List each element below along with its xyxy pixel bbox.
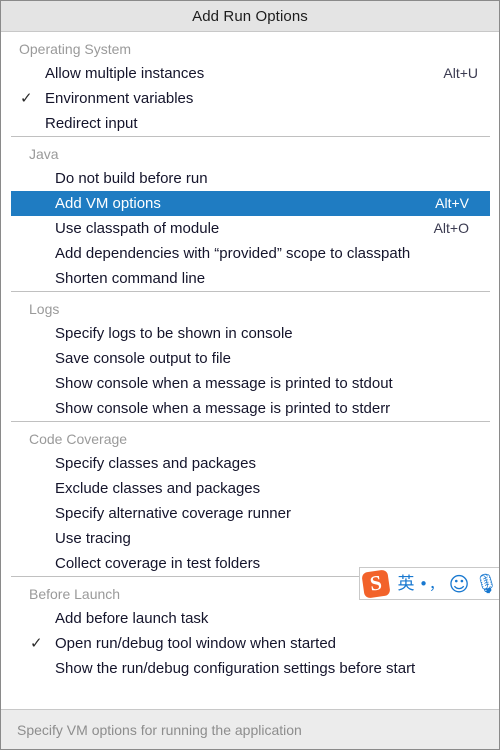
window-title: Add Run Options bbox=[192, 7, 308, 25]
menu-item-shortcut: Alt+U bbox=[443, 65, 478, 81]
menu-group: Logs Specify logs to be shown in console S… bbox=[11, 291, 490, 421]
checkmark-placeholder bbox=[30, 501, 46, 526]
checkmark-icon: ✓ bbox=[30, 635, 43, 652]
checkmark-placeholder bbox=[20, 111, 36, 136]
menu-item-label: Collect coverage in test folders bbox=[55, 555, 261, 572]
menu-group-header: Code Coverage bbox=[29, 431, 128, 447]
checkmark-placeholder bbox=[30, 476, 46, 501]
menu-item[interactable]: Shorten command line bbox=[11, 266, 490, 291]
menu-item-label: Specify classes and packages bbox=[55, 455, 256, 472]
menu-item-label: Show console when a message is printed t… bbox=[55, 400, 391, 417]
menu-item-label: Add dependencies with “provided” scope t… bbox=[55, 245, 411, 262]
checkmark-placeholder bbox=[30, 321, 46, 346]
menu-item[interactable]: ✓ Environment variables bbox=[1, 86, 499, 111]
checkmark-icon: ✓ bbox=[20, 90, 33, 107]
menu-item[interactable]: Save console output to file bbox=[11, 346, 490, 371]
menu-item[interactable]: Show console when a message is printed t… bbox=[11, 371, 490, 396]
menu-item-label: Show console when a message is printed t… bbox=[55, 375, 393, 392]
menu-group-header: Java bbox=[29, 146, 59, 162]
checkmark-placeholder bbox=[30, 191, 46, 216]
menu-item-label: Show the run/debug configuration setting… bbox=[55, 660, 416, 677]
menu-item-label: Specify alternative coverage runner bbox=[55, 505, 291, 522]
menu-group-header: Logs bbox=[29, 301, 60, 317]
checkmark-placeholder bbox=[30, 551, 46, 576]
status-bar: Specify VM options for running the appli… bbox=[1, 709, 499, 749]
checkmark-placeholder bbox=[30, 606, 46, 631]
language-mode-icon[interactable]: 英 bbox=[393, 569, 419, 599]
menu-item[interactable]: Add dependencies with “provided” scope t… bbox=[11, 241, 490, 266]
menu-item-label: Use tracing bbox=[55, 530, 131, 547]
menu-item-shortcut: Alt+V bbox=[435, 195, 469, 211]
menu-item[interactable]: Do not build before run bbox=[11, 166, 490, 191]
checkmark-placeholder bbox=[30, 656, 46, 681]
menu-item[interactable]: Exclude classes and packages bbox=[11, 476, 490, 501]
menu-item-shortcut: Alt+O bbox=[433, 220, 469, 236]
menu-item[interactable]: Specify classes and packages bbox=[11, 451, 490, 476]
checkmark-placeholder bbox=[30, 216, 46, 241]
menu-item[interactable]: Redirect input bbox=[1, 111, 499, 136]
sogou-logo-letter: S bbox=[368, 569, 384, 596]
menu-item-label: Open run/debug tool window when started bbox=[55, 635, 337, 652]
checkmark-placeholder bbox=[30, 346, 46, 371]
menu-group: Code Coverage Specify classes and package… bbox=[11, 421, 490, 576]
menu-item[interactable]: Add before launch task bbox=[11, 606, 490, 631]
checkmark-placeholder bbox=[20, 61, 36, 86]
menu-item[interactable]: Use tracing bbox=[11, 526, 490, 551]
checkmark-placeholder bbox=[30, 371, 46, 396]
microphone-icon[interactable]: 🎙 bbox=[473, 569, 499, 599]
menu-item-label: Exclude classes and packages bbox=[55, 480, 261, 497]
punctuation-mode-icon[interactable]: •， bbox=[419, 569, 445, 599]
menu-item-label: Specify logs to be shown in console bbox=[55, 325, 293, 342]
menu-item[interactable]: Show the run/debug configuration setting… bbox=[11, 656, 490, 681]
menu-item[interactable]: Show console when a message is printed t… bbox=[11, 396, 490, 421]
sogou-logo-icon[interactable]: S bbox=[361, 568, 391, 599]
emoji-icon[interactable]: ☺ bbox=[445, 569, 473, 599]
menu-item[interactable]: Use classpath of module Alt+O bbox=[11, 216, 490, 241]
menu-list: Operating System Allow multiple instances… bbox=[1, 32, 499, 709]
menu-item[interactable]: Specify alternative coverage runner bbox=[11, 501, 490, 526]
menu-item[interactable]: Specify logs to be shown in console bbox=[11, 321, 490, 346]
add-run-options-popup: Add Run Options Operating System Allow mu… bbox=[0, 0, 500, 750]
menu-item[interactable]: ✓ Open run/debug tool window when started bbox=[11, 631, 490, 656]
checkmark-placeholder bbox=[30, 526, 46, 551]
menu-item[interactable]: Allow multiple instances Alt+U bbox=[1, 61, 499, 86]
checkmark-placeholder bbox=[30, 166, 46, 191]
window-titlebar: Add Run Options bbox=[1, 1, 499, 32]
menu-group: Operating System Allow multiple instances… bbox=[1, 32, 499, 136]
checkmark-placeholder bbox=[30, 396, 46, 421]
menu-group: Java Do not build before run Add VM option… bbox=[11, 136, 490, 291]
sogou-ime-toolbar[interactable]: S 英 •， ☺ 🎙 bbox=[359, 567, 499, 600]
menu-item[interactable]: Add VM options Alt+V bbox=[11, 191, 490, 216]
checkmark-placeholder bbox=[30, 241, 46, 266]
checkmark-placeholder bbox=[30, 451, 46, 476]
checkmark-placeholder bbox=[30, 266, 46, 291]
status-bar-text: Specify VM options for running the appli… bbox=[17, 721, 302, 738]
menu-group-header: Operating System bbox=[19, 41, 132, 57]
